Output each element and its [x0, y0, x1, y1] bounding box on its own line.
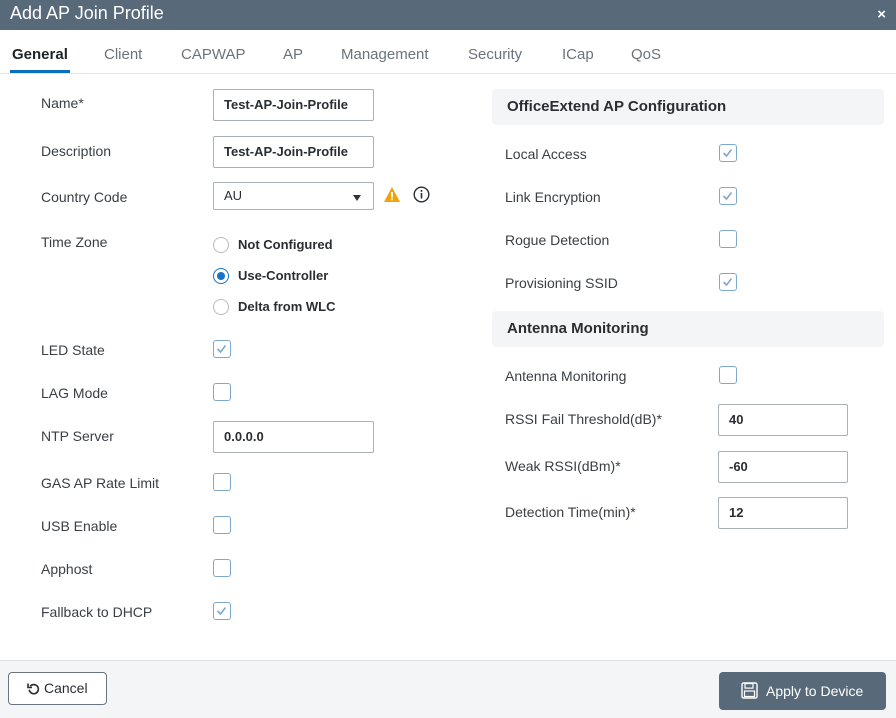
local-access-label: Local Access [505, 146, 587, 162]
check-icon [722, 192, 733, 201]
name-input[interactable]: Test-AP-Join-Profile [213, 89, 374, 121]
country-code-value: AU [224, 188, 243, 203]
dialog-footer: Cancel Apply to Device [0, 660, 896, 718]
apply-to-device-label: Apply to Device [766, 683, 864, 699]
radio-use-controller-label: Use-Controller [238, 268, 329, 283]
tab-management[interactable]: Management [341, 46, 429, 63]
led-state-label: LED State [41, 342, 105, 358]
cancel-button[interactable]: Cancel [8, 672, 107, 705]
name-label: Name* [41, 95, 84, 111]
gas-ap-rate-limit-label: GAS AP Rate Limit [41, 475, 160, 491]
rssi-fail-threshold-input[interactable]: 40 [718, 404, 848, 436]
country-code-select[interactable]: AU [213, 182, 374, 210]
country-code-label: Country Code [41, 189, 128, 205]
weak-rssi-label: Weak RSSI(dBm)* [505, 458, 621, 474]
tab-icap[interactable]: ICap [562, 46, 594, 63]
undo-icon [27, 682, 40, 700]
apphost-checkbox[interactable] [213, 559, 231, 577]
gas-ap-rate-limit-checkbox[interactable] [213, 473, 231, 491]
local-access-checkbox[interactable] [719, 144, 737, 162]
officeextend-section-header: OfficeExtend AP Configuration [492, 89, 884, 125]
ntp-server-label: NTP Server [41, 428, 114, 444]
lag-mode-label: LAG Mode [41, 385, 108, 401]
antenna-heading: Antenna Monitoring [507, 320, 649, 337]
radio-not-configured[interactable] [213, 237, 229, 253]
tab-qos[interactable]: QoS [631, 46, 661, 63]
ntp-server-input[interactable]: 0.0.0.0 [213, 421, 374, 453]
close-icon[interactable]: × [877, 6, 886, 23]
apphost-label: Apphost [41, 561, 93, 577]
provisioning-ssid-checkbox[interactable] [719, 273, 737, 291]
check-icon [722, 278, 733, 287]
antenna-monitoring-checkbox[interactable] [719, 366, 737, 384]
fallback-dhcp-checkbox[interactable] [213, 602, 231, 620]
rogue-detection-checkbox[interactable] [719, 230, 737, 248]
active-tab-indicator [10, 70, 70, 73]
apply-to-device-button[interactable]: Apply to Device [719, 672, 886, 710]
led-state-checkbox[interactable] [213, 340, 231, 358]
usb-enable-checkbox[interactable] [213, 516, 231, 534]
fallback-dhcp-label: Fallback to DHCP [41, 604, 153, 620]
link-encryption-checkbox[interactable] [719, 187, 737, 205]
time-zone-label: Time Zone [41, 234, 108, 250]
description-input[interactable]: Test-AP-Join-Profile [213, 136, 374, 168]
radio-delta-from-wlc-label: Delta from WLC [238, 299, 336, 314]
rssi-fail-threshold-label: RSSI Fail Threshold(dB)* [505, 411, 662, 427]
antenna-monitoring-label: Antenna Monitoring [505, 368, 627, 384]
tab-ap[interactable]: AP [283, 46, 303, 63]
tab-bar: General Client CAPWAP AP Management Secu… [0, 30, 896, 74]
radio-not-configured-label: Not Configured [238, 237, 333, 252]
chevron-down-icon [353, 195, 361, 201]
lag-mode-checkbox[interactable] [213, 383, 231, 401]
tab-security[interactable]: Security [468, 46, 522, 63]
provisioning-ssid-label: Provisioning SSID [505, 275, 618, 291]
check-icon [722, 149, 733, 158]
officeextend-heading: OfficeExtend AP Configuration [507, 98, 727, 115]
detection-time-label: Detection Time(min)* [505, 504, 636, 520]
dialog-titlebar: Add AP Join Profile × [0, 0, 896, 30]
weak-rssi-input[interactable]: -60 [718, 451, 848, 483]
radio-use-controller[interactable] [213, 268, 229, 284]
tab-client[interactable]: Client [104, 46, 142, 63]
check-icon [216, 345, 227, 354]
check-icon [216, 607, 227, 616]
radio-delta-from-wlc[interactable] [213, 299, 229, 315]
detection-time-input[interactable]: 12 [718, 497, 848, 529]
description-label: Description [41, 143, 112, 159]
tab-capwap[interactable]: CAPWAP [181, 46, 245, 63]
antenna-section-header: Antenna Monitoring [492, 311, 884, 347]
warning-icon[interactable] [383, 186, 401, 208]
cancel-button-label: Cancel [44, 680, 88, 696]
dialog-title: Add AP Join Profile [10, 3, 164, 23]
info-icon[interactable] [413, 186, 430, 208]
rogue-detection-label: Rogue Detection [505, 232, 610, 248]
tab-general[interactable]: General [12, 46, 68, 63]
usb-enable-label: USB Enable [41, 518, 118, 534]
save-icon [741, 682, 758, 704]
link-encryption-label: Link Encryption [505, 189, 601, 205]
